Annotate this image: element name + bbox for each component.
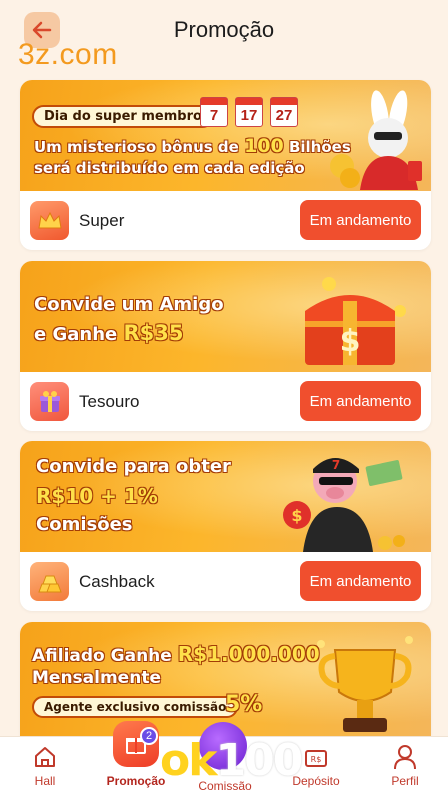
tab-label: Hall — [34, 774, 56, 788]
svg-text:7: 7 — [332, 458, 340, 472]
logo-text: ok — [160, 735, 217, 786]
watermark-text: 3z.com — [18, 38, 118, 71]
promo-row-super[interactable]: Super Em andamento — [20, 191, 431, 250]
header: Promoção 3z.com — [0, 0, 448, 71]
promo-banner-cashback[interactable]: Convide para obter R$10 + 1% Comisões 7 … — [20, 441, 431, 552]
promo-card-tesouro[interactable]: Convide um Amigo e Ganhe R$35 $ Tesouro … — [20, 261, 431, 431]
trophy-icon — [317, 636, 413, 732]
banner-amount: R$10 + 1% — [36, 484, 158, 508]
treasure-chest-icon: $ — [305, 277, 406, 365]
ok100-logo: ok100 — [160, 735, 304, 786]
promo-row-cashback[interactable]: Cashback Em andamento — [20, 552, 431, 611]
promo-card-super[interactable]: Dia do super membro 7 17 27 Um misterios… — [20, 80, 431, 250]
banner-headline: Convide um Amigo — [34, 294, 224, 315]
status-button[interactable]: Em andamento — [300, 200, 421, 240]
tab-label: Perfil — [391, 774, 419, 788]
promo-banner-afiliado[interactable]: Afiliado Ganhe R$1.000.000 Mensalmente A… — [20, 622, 431, 736]
banner-amount: 100 — [244, 135, 284, 157]
banner-amount: R$1.000.000 — [177, 642, 320, 666]
promo-card-cashback[interactable]: Convide para obter R$10 + 1% Comisões 7 … — [20, 441, 431, 611]
svg-text:$: $ — [340, 324, 361, 359]
promo-label: Tesouro — [79, 391, 140, 411]
banner-subline: será distribuído em cada edição — [34, 159, 305, 177]
svg-text:$: $ — [291, 506, 302, 525]
banner-headline: Um misterioso bônus de 100 Bilhões — [34, 135, 351, 157]
status-button[interactable]: Em andamento — [300, 561, 421, 601]
banner-subline: Mensalmente — [32, 668, 161, 688]
crown-icon — [30, 201, 69, 240]
calendar-day: 27 — [270, 97, 298, 127]
banner-text: e Ganhe — [34, 324, 124, 345]
gift-box-icon — [30, 382, 69, 421]
calendar-day: 17 — [235, 97, 263, 127]
tab-perfil[interactable]: Perfil — [380, 737, 430, 800]
banner-subline: e Ganhe R$35 — [34, 321, 184, 345]
banner-subline: Comisões — [36, 514, 133, 535]
promo-card-afiliado[interactable]: Afiliado Ganhe R$1.000.000 Mensalmente A… — [20, 622, 431, 736]
promo-label: Super — [79, 210, 125, 230]
banner-percent: 5% — [225, 692, 263, 717]
user-icon — [394, 745, 416, 770]
home-icon — [35, 747, 55, 767]
notification-badge: 2 — [140, 727, 158, 745]
banner-headline: Convide para obter — [36, 456, 231, 477]
wallet-icon: R$ — [305, 750, 327, 767]
banner-amount: R$35 — [123, 321, 184, 345]
status-button[interactable]: Em andamento — [300, 381, 421, 421]
tab-hall[interactable]: Hall — [20, 737, 70, 800]
tab-label: Promoção — [106, 774, 166, 788]
promo-row-tesouro[interactable]: Tesouro Em andamento — [20, 372, 431, 431]
logo-text: 100 — [215, 735, 304, 786]
banner-text: Afiliado Ganhe — [32, 646, 178, 666]
pig-mascot-icon: 7 $ — [283, 458, 405, 552]
promo-label: Cashback — [79, 571, 155, 591]
banner-text: Um misterioso bônus de — [34, 138, 245, 156]
banner-pill: Agente exclusivo comissão — [32, 696, 239, 718]
banner-pill: Dia do super membro — [32, 105, 214, 128]
banner-headline: Afiliado Ganhe R$1.000.000 — [32, 642, 320, 666]
gold-bars-icon — [30, 562, 69, 601]
promo-banner-super[interactable]: Dia do super membro 7 17 27 Um misterios… — [20, 80, 431, 191]
svg-text:R$: R$ — [311, 755, 322, 764]
calendar-day: 7 — [200, 97, 228, 127]
rabbit-mascot-icon — [330, 90, 422, 190]
promo-banner-tesouro[interactable]: Convide um Amigo e Ganhe R$35 $ — [20, 261, 431, 372]
